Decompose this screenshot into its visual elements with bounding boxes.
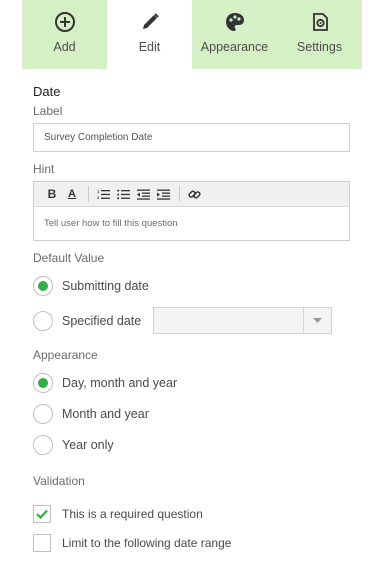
radio-button[interactable] (33, 403, 53, 424)
checkbox[interactable] (33, 504, 51, 523)
validation-caption: Validation (33, 474, 85, 488)
label-caption: Label (33, 104, 63, 118)
settings-gear-icon (308, 10, 332, 34)
checkmark-icon (36, 509, 48, 519)
radio-label: Day, month and year (62, 375, 178, 390)
appearance-month-year-option[interactable]: Month and year (33, 398, 350, 429)
hint-caption: Hint (33, 162, 55, 176)
default-submitting-date-option[interactable]: Submitting date (33, 270, 350, 301)
outdent-icon[interactable] (135, 185, 151, 203)
default-specified-date-option[interactable]: Specified date (33, 305, 350, 336)
check-label: Limit to the following date range (62, 535, 232, 550)
tab-settings-label: Settings (296, 40, 343, 54)
hint-toolbar: B A 12 (34, 182, 349, 207)
tab-edit[interactable]: Edit (107, 0, 192, 69)
check-label: This is a required question (62, 506, 203, 521)
radio-selected-dot (38, 280, 48, 291)
radio-button[interactable] (33, 372, 53, 393)
radio-button[interactable] (33, 275, 53, 296)
tab-settings[interactable]: Settings (277, 0, 362, 69)
hint-editor: B A 12 Tell user how to fill this questi… (33, 181, 350, 241)
radio-selected-dot (38, 377, 48, 388)
pencil-icon (138, 10, 162, 34)
text-color-label: A (68, 187, 76, 200)
specified-date-select[interactable] (153, 307, 333, 334)
required-question-option[interactable]: This is a required question (33, 502, 350, 525)
bullet-list-icon[interactable] (115, 185, 131, 203)
edit-form: Date Label Survey Completion Date Hint B… (22, 84, 362, 554)
chevron-down-icon[interactable] (303, 308, 331, 333)
label-input[interactable]: Survey Completion Date (33, 123, 350, 152)
bold-button[interactable]: B (44, 185, 60, 203)
radio-button[interactable] (33, 310, 53, 331)
radio-label: Month and year (62, 406, 149, 421)
tab-bar: Add Edit Appearance Settings (22, 0, 362, 69)
numbered-list-icon[interactable]: 12 (95, 185, 111, 203)
toolbar-divider (88, 186, 89, 202)
appearance-day-month-year-option[interactable]: Day, month and year (33, 367, 350, 398)
tab-add[interactable]: Add (22, 0, 107, 69)
svg-text:1: 1 (97, 189, 100, 194)
default-value-caption: Default Value (33, 251, 105, 265)
plus-circle-icon (53, 10, 77, 34)
text-color-button[interactable]: A (64, 185, 80, 203)
palette-icon (223, 10, 247, 34)
toolbar-divider (179, 186, 180, 202)
appearance-year-only-option[interactable]: Year only (33, 429, 350, 460)
hint-input[interactable]: Tell user how to fill this question (34, 207, 349, 240)
link-icon[interactable] (186, 185, 202, 203)
radio-button[interactable] (33, 434, 53, 455)
date-range-limit-option[interactable]: Limit to the following date range (33, 531, 350, 554)
radio-label: Year only (62, 437, 114, 452)
tab-add-label: Add (53, 40, 76, 54)
radio-label: Submitting date (62, 278, 149, 293)
tab-appearance[interactable]: Appearance (192, 0, 277, 69)
survey-question-panel: Add Edit Appearance Settings Date Label … (22, 0, 362, 567)
hint-placeholder: Tell user how to fill this question (44, 218, 178, 229)
radio-label: Specified date (62, 313, 142, 328)
indent-icon[interactable] (155, 185, 171, 203)
tab-edit-label: Edit (138, 40, 161, 54)
svg-text:2: 2 (97, 195, 100, 200)
tab-appearance-label: Appearance (200, 40, 269, 54)
question-type-title: Date (33, 84, 61, 99)
appearance-caption: Appearance (33, 348, 98, 362)
checkbox[interactable] (33, 533, 51, 552)
label-input-value: Survey Completion Date (44, 132, 153, 143)
